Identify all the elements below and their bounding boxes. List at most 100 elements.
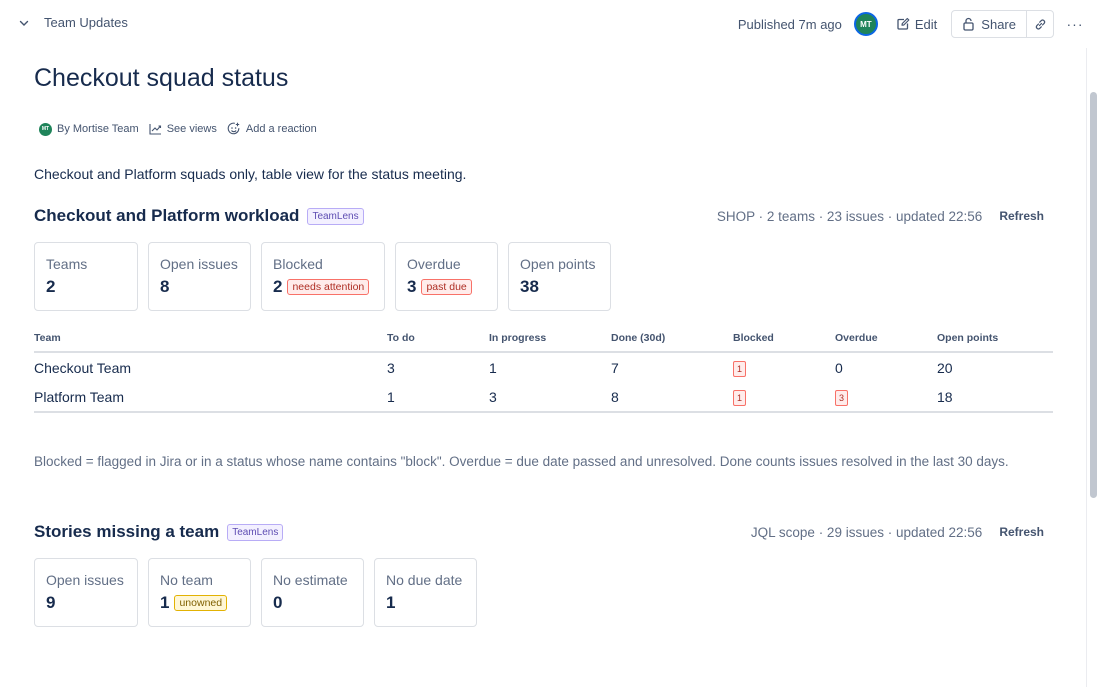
status-badge: unowned — [174, 595, 228, 611]
edit-button[interactable]: Edit — [896, 17, 937, 32]
summary-card-teams: Teams 2 — [34, 242, 138, 311]
missing-team-summary-cards: Open issues 9 No team 1 unowned No estim… — [34, 558, 477, 627]
in-progress-count: 1 — [489, 359, 497, 376]
done-count: 7 — [611, 359, 619, 376]
byline: MT By Mortise Team See views Add a react… — [39, 122, 317, 136]
chevron-down-icon[interactable] — [18, 17, 30, 29]
chart-icon — [149, 124, 161, 135]
column-header[interactable]: Done (30d) — [611, 324, 733, 353]
author-label[interactable]: By Mortise Team — [57, 123, 139, 135]
team-name: Platform Team — [34, 382, 387, 413]
card-value: 3 — [407, 277, 417, 296]
see-views-button[interactable]: See views — [149, 123, 217, 135]
card-label: No team — [160, 572, 213, 588]
status-badge: past due — [421, 279, 472, 295]
intro-text: Checkout and Platform squads only, table… — [34, 166, 467, 182]
page-title: Checkout squad status — [34, 64, 289, 92]
column-header[interactable]: To do — [387, 324, 489, 353]
in-progress-count: 3 — [489, 382, 611, 413]
summary-card-no-estimate: No estimate 0 — [261, 558, 364, 627]
overdue-badge: 3 — [835, 389, 849, 406]
teamlens-lozenge: TeamLens — [307, 207, 364, 225]
avatar[interactable]: MT — [853, 12, 878, 36]
column-header[interactable]: Open points — [937, 324, 1053, 353]
overdue-cell: 3 — [835, 382, 937, 413]
blocked-cell: 1 — [733, 352, 835, 382]
share-label[interactable]: Share — [981, 17, 1016, 32]
blocked-badge: 1 — [733, 360, 747, 377]
card-label: Open issues — [160, 256, 238, 272]
lock-icon — [963, 17, 974, 31]
breadcrumb[interactable]: Team Updates — [18, 15, 128, 30]
table-row: Platform Team 1 3 8 1 3 18 — [34, 382, 1053, 413]
column-header[interactable]: Blocked — [733, 324, 835, 353]
card-label: No due date — [386, 572, 463, 588]
summary-card-no-team: No team 1 unowned — [148, 558, 251, 627]
blocked-cell: 1 — [733, 382, 835, 413]
copy-link-button[interactable] — [1027, 11, 1053, 37]
more-icon[interactable]: ··· — [1064, 16, 1086, 32]
edit-label[interactable]: Edit — [915, 17, 937, 32]
section-meta: SHOP · 2 teams · 23 issues · updated 22:… — [716, 208, 983, 224]
teamlens-lozenge: TeamLens — [227, 523, 284, 541]
summary-card-no-due-date: No due date 1 — [374, 558, 477, 627]
blocked-badge: 1 — [733, 389, 747, 406]
summary-card-open-issues: Open issues 8 — [148, 242, 251, 311]
definitions-note: Blocked = flagged in Jira or in a status… — [34, 454, 1009, 469]
share-group: Share — [951, 10, 1054, 38]
breadcrumb-label[interactable]: Team Updates — [44, 15, 128, 30]
open-points-count: 18 — [937, 382, 1053, 413]
edit-icon — [897, 17, 910, 30]
open-points-count: 20 — [937, 359, 953, 376]
refresh-button[interactable]: Refresh — [999, 525, 1044, 539]
summary-card-blocked: Blocked 2 needs attention — [261, 242, 385, 311]
card-value: 1 — [386, 593, 396, 612]
card-label: Overdue — [407, 256, 461, 272]
card-label: Open issues — [46, 572, 124, 588]
column-header[interactable]: In progress — [489, 324, 611, 353]
table-row: Checkout Team 3 1 7 1 0 20 — [34, 352, 1053, 382]
author-avatar: MT — [39, 122, 52, 136]
card-value: 0 — [273, 593, 283, 612]
scrollbar-thumb[interactable] — [1090, 92, 1097, 498]
card-value: 9 — [46, 593, 56, 612]
card-label: Open points — [520, 256, 596, 272]
share-button[interactable]: Share — [952, 11, 1027, 37]
refresh-button[interactable]: Refresh — [999, 209, 1044, 223]
workload-section-header: Checkout and Platform workload TeamLens … — [34, 204, 1044, 228]
add-reaction-button[interactable]: Add a reaction — [227, 122, 317, 136]
card-value: 2 — [46, 277, 56, 296]
done-count: 8 — [611, 382, 733, 413]
link-icon — [1035, 19, 1045, 29]
section-title: Checkout and Platform workload — [34, 206, 300, 225]
missing-team-section-header: Stories missing a team TeamLens JQL scop… — [34, 520, 1044, 544]
column-header[interactable]: Overdue — [835, 324, 937, 353]
summary-card-open-points: Open points 38 — [508, 242, 611, 311]
card-label: No estimate — [273, 572, 348, 588]
section-meta: JQL scope · 29 issues · updated 22:56 — [750, 524, 983, 540]
see-views-label[interactable]: See views — [167, 123, 217, 135]
top-bar: Team Updates Published 7m ago MT Edit Sh… — [0, 0, 1100, 46]
summary-card-open-issues: Open issues 9 — [34, 558, 138, 627]
todo-count: 1 — [387, 382, 489, 413]
card-label: Blocked — [273, 256, 323, 272]
status-badge: needs attention — [287, 279, 370, 295]
card-value: 38 — [520, 277, 539, 296]
overdue-count: 0 — [835, 359, 843, 376]
card-label: Teams — [46, 256, 88, 272]
team-name: Checkout Team — [34, 359, 132, 376]
card-value: 1 — [160, 593, 170, 612]
workload-table: Team To do In progress Done (30d) Blocke… — [34, 324, 1053, 413]
card-value: 8 — [160, 277, 170, 296]
section-title: Stories missing a team — [34, 522, 220, 541]
table-header-row: Team To do In progress Done (30d) Blocke… — [34, 324, 1053, 353]
add-reaction-label[interactable]: Add a reaction — [246, 123, 317, 135]
card-value: 2 — [273, 277, 283, 296]
author-link[interactable]: MT By Mortise Team — [39, 122, 139, 136]
emoji-add-icon — [227, 122, 240, 135]
column-header[interactable]: Team — [34, 324, 387, 353]
todo-count: 3 — [387, 359, 395, 376]
workload-summary-cards: Teams 2 Open issues 8 Blocked 2 needs at… — [34, 242, 611, 311]
summary-card-overdue: Overdue 3 past due — [395, 242, 498, 311]
published-status: Published 7m ago — [737, 16, 842, 32]
